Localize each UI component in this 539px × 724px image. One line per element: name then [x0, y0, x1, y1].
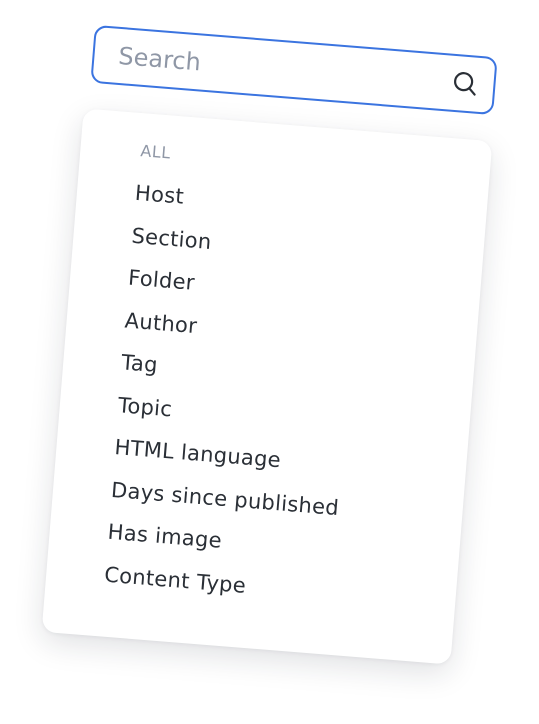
- filter-dropdown: ALL Host Section Folder Author Tag Topic…: [41, 108, 493, 665]
- search-box[interactable]: [90, 24, 498, 116]
- search-icon[interactable]: [450, 69, 480, 99]
- section-label-all: ALL: [139, 141, 172, 163]
- filter-widget: ALL Host Section Folder Author Tag Topic…: [0, 0, 539, 724]
- option-list: Host Section Folder Author Tag Topic HTM…: [81, 177, 487, 616]
- search-input[interactable]: [117, 41, 453, 97]
